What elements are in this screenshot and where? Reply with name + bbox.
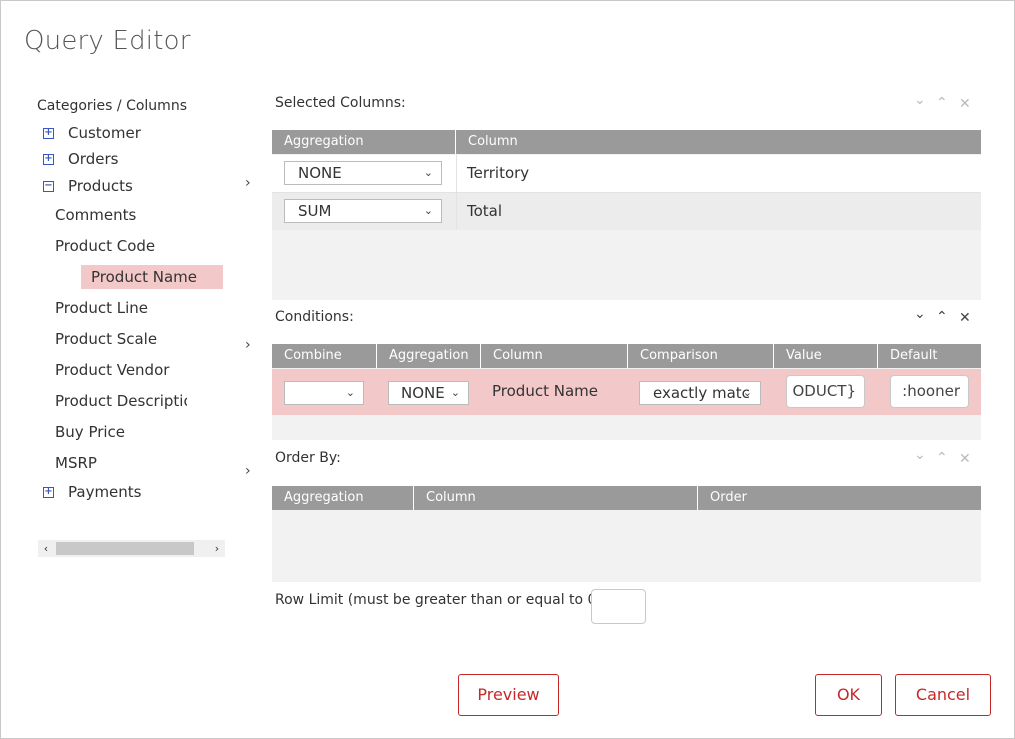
preview-button[interactable]: Preview — [458, 674, 559, 716]
move-up-icon[interactable]: ⌃ — [936, 450, 948, 466]
column-name: Territory — [467, 164, 530, 182]
add-to-order-by-arrow-icon[interactable]: › — [245, 463, 251, 479]
expand-icon[interactable]: + — [43, 128, 54, 139]
divider — [456, 193, 457, 230]
tree-header: Categories / Columns — [37, 98, 187, 114]
add-to-selected-columns-arrow-icon[interactable]: › — [245, 175, 251, 191]
table-row[interactable]: SUM ⌄ Total — [272, 193, 981, 230]
tree-leaf-product-description[interactable]: Product Descriptio — [45, 389, 187, 413]
chevron-down-icon: ⌄ — [423, 166, 433, 179]
add-to-conditions-arrow-icon[interactable]: › — [245, 337, 251, 353]
move-down-icon[interactable]: ⌄ — [914, 447, 926, 463]
row-limit-label: Row Limit (must be greater than or equal… — [275, 592, 607, 608]
tree-leaf-product-code[interactable]: Product Code — [45, 234, 187, 258]
scroll-left-icon[interactable]: ‹ — [38, 540, 54, 557]
tree-node-label: Customer — [68, 124, 141, 142]
expand-icon[interactable]: + — [43, 154, 54, 165]
order-by-label: Order By: — [275, 450, 341, 466]
move-up-icon[interactable]: ⌃ — [936, 95, 948, 111]
ok-button[interactable]: OK — [815, 674, 882, 716]
select-value: NONE — [298, 164, 342, 182]
condition-row[interactable]: ⌄ NONE ⌄ Product Name exactly matc ⌄ ODU… — [272, 369, 981, 415]
table-header: Aggregation Column — [272, 130, 981, 154]
collapse-icon[interactable]: − — [43, 181, 54, 192]
remove-icon[interactable]: ✕ — [959, 451, 971, 467]
scrollbar-thumb[interactable] — [56, 542, 194, 555]
default-input[interactable]: :hooner — [890, 375, 969, 408]
aggregation-select[interactable]: NONE ⌄ — [284, 161, 442, 185]
move-down-icon[interactable]: ⌄ — [914, 306, 926, 322]
table-header: Aggregation Column Order — [272, 486, 981, 510]
move-up-icon[interactable]: ⌃ — [936, 309, 948, 325]
tree-leaf-product-scale[interactable]: Product Scale — [45, 327, 187, 351]
value-input[interactable]: ODUCT} — [786, 375, 865, 408]
tree-leaf-msrp[interactable]: MSRP — [45, 451, 187, 475]
header-aggregation: Aggregation — [272, 130, 456, 154]
select-value: SUM — [298, 202, 332, 220]
tree-horizontal-scrollbar[interactable]: ‹ › — [38, 540, 225, 557]
move-down-icon[interactable]: ⌄ — [914, 92, 926, 108]
header-aggregation: Aggregation — [272, 486, 414, 510]
row-limit-input[interactable] — [591, 589, 646, 624]
aggregation-select[interactable]: NONE ⌄ — [388, 381, 469, 405]
header-value: Value — [774, 344, 878, 368]
tree-leaf-product-name[interactable]: Product Name — [81, 265, 223, 289]
tree-leaf-comments[interactable]: Comments — [45, 203, 187, 227]
header-comparison: Comparison — [628, 344, 774, 368]
query-editor-dialog: Query Editor Categories / Columns + Cust… — [0, 0, 1015, 739]
tree-leaf-product-line[interactable]: Product Line — [45, 296, 187, 320]
remove-icon[interactable]: ✕ — [959, 310, 971, 326]
tree-node-label: Orders — [68, 150, 119, 168]
header-column: Column — [468, 134, 518, 149]
condition-column-name: Product Name — [492, 382, 598, 400]
header-aggregation: Aggregation — [377, 344, 481, 368]
scroll-right-icon[interactable]: › — [209, 540, 225, 557]
order-by-table: Aggregation Column Order — [272, 486, 981, 582]
tree-leaf-product-vendor[interactable]: Product Vendor — [45, 358, 187, 382]
remove-icon[interactable]: ✕ — [959, 96, 971, 112]
conditions-label: Conditions: — [275, 309, 354, 325]
tree-node-label: Products — [68, 177, 133, 195]
conditions-table: Combine Aggregation Column Comparison Va… — [272, 344, 981, 440]
aggregation-select[interactable]: SUM ⌄ — [284, 199, 442, 223]
selected-columns-label: Selected Columns: — [275, 95, 406, 111]
tree-node-label: Payments — [68, 483, 142, 501]
expand-icon[interactable]: + — [43, 487, 54, 498]
table-row[interactable]: NONE ⌄ Territory — [272, 155, 981, 193]
header-default: Default — [890, 348, 938, 363]
select-value: exactly matc — [653, 384, 750, 402]
header-combine: Combine — [272, 344, 377, 368]
combine-select[interactable]: ⌄ — [284, 381, 364, 405]
chevron-down-icon: ⌄ — [742, 386, 752, 399]
table-header: Combine Aggregation Column Comparison Va… — [272, 344, 981, 368]
divider — [456, 155, 457, 192]
header-column: Column — [414, 486, 698, 510]
chevron-down-icon: ⌄ — [345, 386, 355, 399]
cancel-button[interactable]: Cancel — [895, 674, 991, 716]
header-column: Column — [481, 344, 628, 368]
header-order: Order — [710, 490, 747, 505]
comparison-select[interactable]: exactly matc ⌄ — [639, 381, 761, 405]
chevron-down-icon: ⌄ — [423, 204, 433, 217]
tree-leaf-buy-price[interactable]: Buy Price — [45, 420, 187, 444]
chevron-down-icon: ⌄ — [450, 386, 460, 399]
column-name: Total — [467, 202, 503, 220]
selected-columns-table: Aggregation Column NONE ⌄ Territory SUM … — [272, 130, 981, 300]
select-value: NONE — [401, 384, 445, 402]
dialog-title: Query Editor — [24, 26, 191, 56]
